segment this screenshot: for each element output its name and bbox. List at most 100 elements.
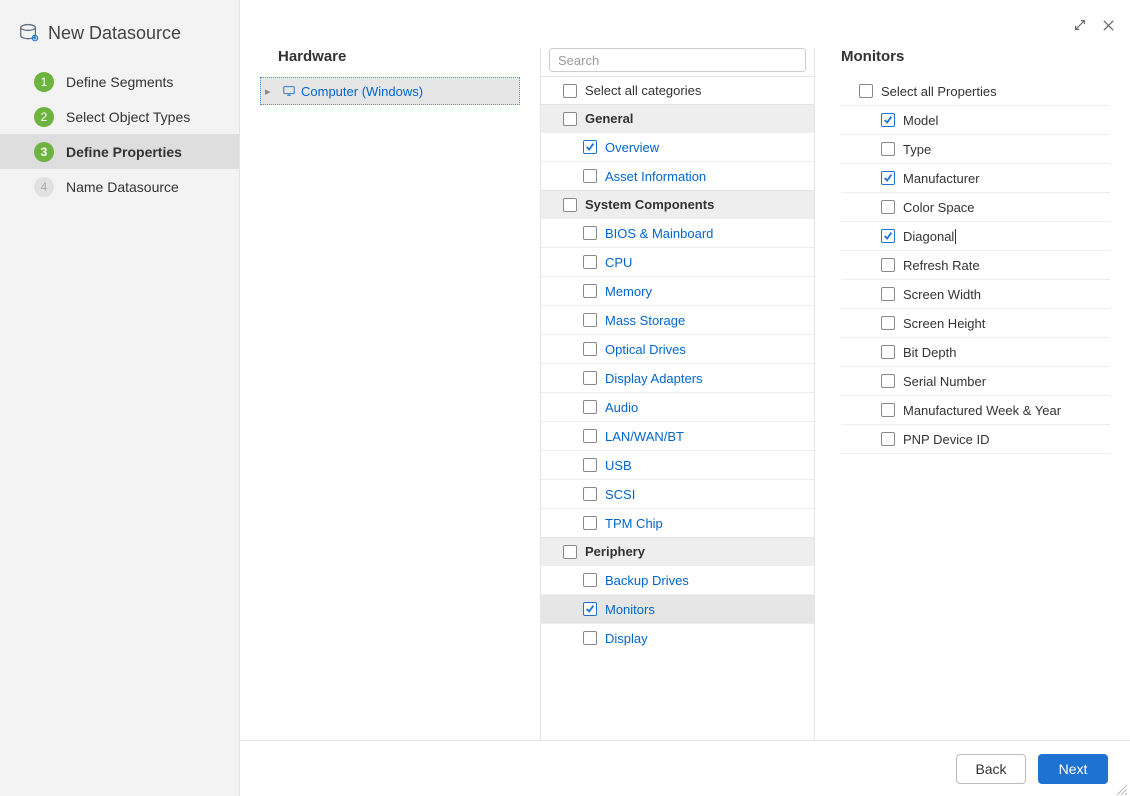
property-item[interactable]: Type (841, 135, 1110, 164)
checkbox[interactable] (583, 429, 597, 443)
category-item[interactable]: LAN/WAN/BT (541, 421, 814, 450)
property-item[interactable]: Bit Depth (841, 338, 1110, 367)
property-item[interactable]: Color Space (841, 193, 1110, 222)
category-group-label: General (585, 111, 633, 126)
category-group-header[interactable]: Periphery (541, 537, 814, 565)
checkbox[interactable] (583, 313, 597, 327)
checkbox[interactable] (881, 432, 895, 446)
category-group-header[interactable]: General (541, 104, 814, 132)
property-item[interactable]: Serial Number (841, 367, 1110, 396)
checkbox[interactable] (881, 200, 895, 214)
checkbox[interactable] (881, 113, 895, 127)
category-item-label: Display Adapters (605, 371, 703, 386)
wizard-step[interactable]: 1Define Segments (0, 64, 239, 99)
property-item[interactable]: PNP Device ID (841, 425, 1110, 454)
checkbox[interactable] (583, 516, 597, 530)
checkbox[interactable] (583, 400, 597, 414)
property-item[interactable]: Refresh Rate (841, 251, 1110, 280)
properties-list: ModelTypeManufacturerColor Space Diagonal… (841, 106, 1110, 454)
category-item-label: Monitors (605, 602, 655, 617)
category-item[interactable]: Memory (541, 276, 814, 305)
checkbox[interactable] (881, 171, 895, 185)
chevron-right-icon[interactable]: ▸ (265, 85, 279, 98)
checkbox[interactable] (859, 84, 873, 98)
checkbox[interactable] (881, 229, 895, 243)
app-root: New Datasource 1Define Segments2Select O… (0, 0, 1130, 796)
category-item[interactable]: USB (541, 450, 814, 479)
checkbox[interactable] (881, 345, 895, 359)
property-item[interactable]: Screen Height (841, 309, 1110, 338)
hardware-panel: Hardware ▸ Computer (Windows) (260, 48, 520, 740)
properties-panel: Monitors Select all Properties ModelType… (815, 48, 1110, 740)
category-item-label: Asset Information (605, 169, 706, 184)
category-group-header[interactable]: System Components (541, 190, 814, 218)
checkbox[interactable] (563, 198, 577, 212)
property-item-label: Diagonal (903, 229, 956, 244)
category-item[interactable]: Display (541, 623, 814, 652)
step-number: 4 (34, 177, 54, 197)
checkbox[interactable] (583, 255, 597, 269)
checkbox[interactable] (583, 487, 597, 501)
category-item-label: CPU (605, 255, 632, 270)
category-item[interactable]: Asset Information (541, 161, 814, 190)
category-item[interactable]: Overview (541, 132, 814, 161)
panels: Hardware ▸ Computer (Windows) (240, 40, 1130, 740)
step-label: Name Datasource (66, 179, 179, 195)
window-controls (240, 0, 1130, 40)
wizard-sidebar: New Datasource 1Define Segments2Select O… (0, 0, 240, 796)
checkbox[interactable] (563, 84, 577, 98)
checkbox[interactable] (583, 140, 597, 154)
property-item[interactable]: Manufactured Week & Year (841, 396, 1110, 425)
category-item[interactable]: BIOS & Mainboard (541, 218, 814, 247)
checkbox[interactable] (583, 602, 597, 616)
category-item[interactable]: Monitors (541, 594, 814, 623)
property-item[interactable]: Screen Width (841, 280, 1110, 309)
category-item[interactable]: Mass Storage (541, 305, 814, 334)
checkbox[interactable] (583, 226, 597, 240)
wizard-step[interactable]: 4 Name Datasource (0, 169, 239, 204)
property-item[interactable]: Diagonal (841, 222, 1110, 251)
wizard-step[interactable]: 3Define Properties (0, 134, 239, 169)
wizard-step[interactable]: 2Select Object Types (0, 99, 239, 134)
expand-icon[interactable] (1072, 17, 1088, 33)
next-button[interactable]: Next (1038, 754, 1108, 784)
checkbox[interactable] (583, 573, 597, 587)
tree-item-computer-windows[interactable]: ▸ Computer (Windows) (260, 77, 520, 105)
step-number: 2 (34, 107, 54, 127)
checkbox[interactable] (881, 316, 895, 330)
property-item[interactable]: Manufacturer (841, 164, 1110, 193)
property-item[interactable]: Model (841, 106, 1110, 135)
checkbox[interactable] (881, 403, 895, 417)
sidebar-title: New Datasource (48, 23, 181, 44)
category-item[interactable]: SCSI (541, 479, 814, 508)
checkbox[interactable] (563, 545, 577, 559)
select-all-categories-label: Select all categories (585, 83, 701, 98)
checkbox[interactable] (583, 458, 597, 472)
checkbox[interactable] (583, 631, 597, 645)
category-item[interactable]: TPM Chip (541, 508, 814, 537)
checkbox[interactable] (881, 142, 895, 156)
property-item-label: Refresh Rate (903, 258, 980, 273)
category-item[interactable]: Optical Drives (541, 334, 814, 363)
select-all-categories[interactable]: Select all categories (541, 76, 814, 104)
category-item[interactable]: Audio (541, 392, 814, 421)
back-button[interactable]: Back (956, 754, 1026, 784)
resize-grip-icon[interactable] (1114, 782, 1128, 796)
category-item[interactable]: Display Adapters (541, 363, 814, 392)
checkbox[interactable] (583, 284, 597, 298)
category-item-label: LAN/WAN/BT (605, 429, 684, 444)
category-item[interactable]: Backup Drives (541, 565, 814, 594)
checkbox[interactable] (563, 112, 577, 126)
checkbox[interactable] (583, 371, 597, 385)
select-all-properties[interactable]: Select all Properties (841, 77, 1110, 106)
category-item[interactable]: CPU (541, 247, 814, 276)
checkbox[interactable] (583, 342, 597, 356)
close-icon[interactable] (1100, 17, 1116, 33)
checkbox[interactable] (881, 258, 895, 272)
checkbox[interactable] (881, 374, 895, 388)
checkbox[interactable] (881, 287, 895, 301)
categories-list: General Overview Asset Information System C… (541, 104, 814, 652)
property-item-label: Bit Depth (903, 345, 956, 360)
checkbox[interactable] (583, 169, 597, 183)
search-input[interactable] (549, 48, 806, 72)
